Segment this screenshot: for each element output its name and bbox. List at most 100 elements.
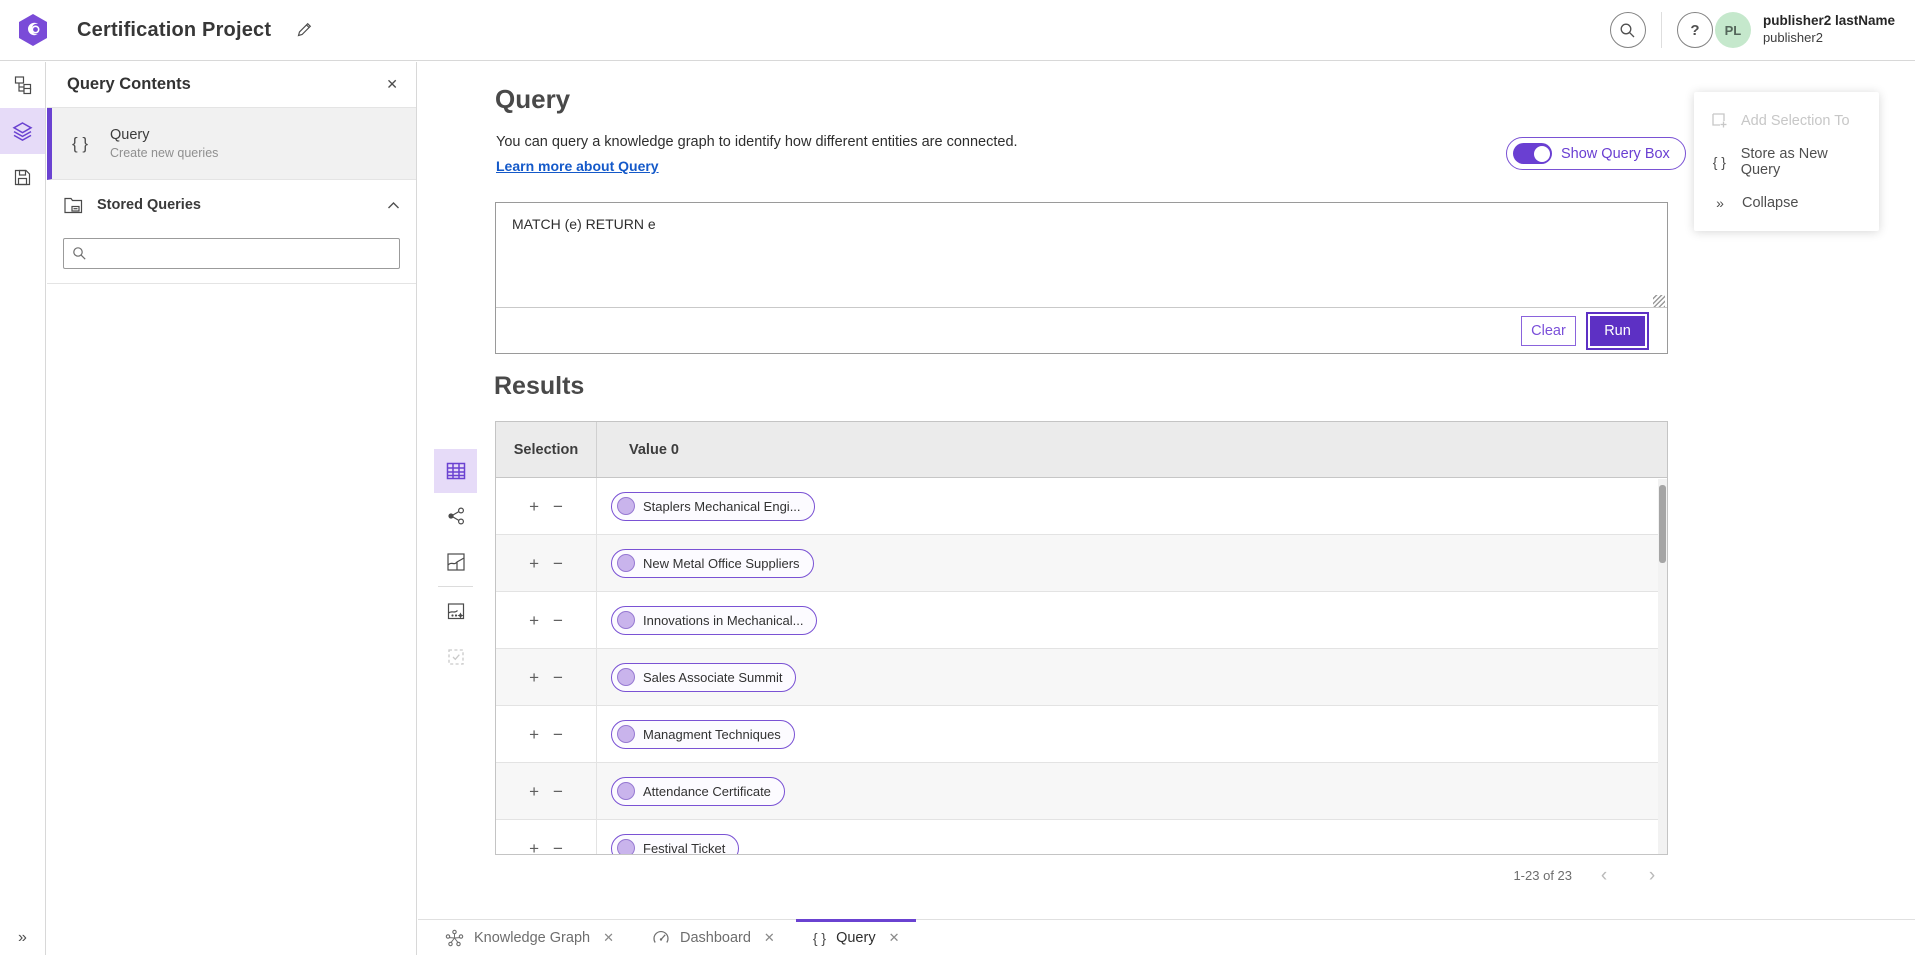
stored-queries-label: Stored Queries	[97, 197, 374, 213]
add-to-selection-button[interactable]: +	[529, 840, 539, 856]
main-content: Query You can query a knowledge graph to…	[418, 62, 1915, 955]
next-page-button[interactable]: ›	[1636, 866, 1668, 885]
entity-pill[interactable]: Festival Ticket	[611, 834, 739, 856]
close-tab-button[interactable]: ✕	[889, 930, 900, 946]
query-description: You can query a knowledge graph to ident…	[496, 134, 1018, 150]
expand-rail-button[interactable]: »	[0, 929, 45, 947]
search-icon	[1619, 22, 1636, 39]
entity-pill[interactable]: Sales Associate Summit	[611, 663, 796, 692]
previous-page-button[interactable]: ‹	[1588, 866, 1620, 885]
entity-label: Innovations in Mechanical...	[643, 613, 803, 628]
entity-icon	[617, 782, 635, 800]
table-row: + − Sales Associate Summit	[496, 649, 1667, 706]
close-tab-button[interactable]: ✕	[764, 930, 775, 946]
tab-knowledge-graph[interactable]: Knowledge Graph ✕	[428, 920, 631, 955]
show-query-box-toggle[interactable]: Show Query Box	[1506, 137, 1686, 170]
query-item-title: Query	[110, 127, 218, 143]
show-query-box-label: Show Query Box	[1561, 146, 1670, 162]
map-view-button[interactable]	[434, 539, 477, 585]
resize-handle[interactable]	[1653, 295, 1665, 307]
new-map-view-button[interactable]	[434, 588, 477, 634]
entity-pill[interactable]: Attendance Certificate	[611, 777, 785, 806]
toggle-knob	[1534, 146, 1550, 162]
user-menu[interactable]: publisher2 lastName publisher2	[1763, 13, 1895, 46]
close-panel-button[interactable]: ✕	[386, 76, 398, 93]
remove-from-selection-button[interactable]: −	[553, 669, 563, 686]
table-row: + − New Metal Office Suppliers	[496, 535, 1667, 592]
panel-item-query[interactable]: { } Query Create new queries	[47, 108, 416, 180]
pencil-icon	[295, 21, 313, 39]
add-to-selection-button[interactable]: +	[529, 498, 539, 515]
left-rail: »	[0, 62, 46, 955]
menu-item-collapse[interactable]: » Collapse	[1694, 182, 1879, 223]
stored-queries-header[interactable]: Stored Queries	[47, 180, 416, 230]
tab-dashboard[interactable]: Dashboard ✕	[635, 920, 792, 955]
help-button[interactable]: ?	[1677, 12, 1713, 48]
search-button[interactable]	[1610, 12, 1646, 48]
results-title: Results	[494, 372, 584, 401]
entity-label: Staplers Mechanical Engi...	[643, 499, 801, 514]
braces-icon: { }	[64, 134, 96, 154]
table-view-button[interactable]	[434, 449, 477, 493]
knowledge-graph-icon	[445, 929, 464, 947]
table-scrollbar[interactable]	[1658, 479, 1667, 854]
app-window: Certification Project ? PL publisher2 la…	[0, 0, 1915, 955]
add-to-selection-button[interactable]: +	[529, 726, 539, 743]
link-chart-view-button[interactable]	[434, 493, 477, 539]
table-row: + − Managment Techniques	[496, 706, 1667, 763]
remove-from-selection-button[interactable]: −	[553, 612, 563, 629]
rail-item-contents[interactable]	[0, 108, 45, 154]
pagination-range: 1-23 of 23	[1513, 868, 1572, 883]
add-to-selection-button[interactable]: +	[529, 555, 539, 572]
remove-from-selection-button[interactable]: −	[553, 840, 563, 856]
braces-icon: { }	[1711, 154, 1728, 170]
entity-pill[interactable]: Innovations in Mechanical...	[611, 606, 817, 635]
table-header-row: Selection Value 0	[496, 422, 1667, 478]
clear-button[interactable]: Clear	[1521, 316, 1576, 346]
tab-query[interactable]: { } Query ✕	[796, 920, 917, 955]
app-logo-icon[interactable]	[17, 13, 49, 47]
selection-cell: + −	[496, 592, 597, 648]
add-to-selection-button[interactable]: +	[529, 783, 539, 800]
topbar-divider	[1661, 12, 1662, 48]
search-input[interactable]	[63, 238, 400, 269]
value-cell: Managment Techniques	[597, 706, 1667, 762]
learn-more-link[interactable]: Learn more about Query	[496, 158, 659, 174]
layers-icon	[11, 120, 34, 143]
remove-from-selection-button[interactable]: −	[553, 726, 563, 743]
remove-from-selection-button[interactable]: −	[553, 498, 563, 515]
page-title: Query	[495, 84, 570, 115]
entity-pill[interactable]: Managment Techniques	[611, 720, 795, 749]
remove-from-selection-button[interactable]: −	[553, 783, 563, 800]
close-tab-button[interactable]: ✕	[603, 930, 614, 946]
user-full-name: publisher2 lastName	[1763, 13, 1895, 30]
table-row: + − Attendance Certificate	[496, 763, 1667, 820]
toggle-switch-on[interactable]	[1513, 143, 1552, 164]
column-header-value0: Value 0	[597, 422, 1667, 477]
run-button[interactable]: Run	[1590, 316, 1645, 346]
results-table: Selection Value 0 + − Staplers Mechanica…	[495, 421, 1668, 855]
value-cell: New Metal Office Suppliers	[597, 535, 1667, 591]
double-chevron-right-icon: »	[18, 929, 27, 946]
results-view-switcher	[434, 449, 477, 680]
add-to-selection-button[interactable]: +	[529, 612, 539, 629]
close-icon: ✕	[386, 76, 398, 92]
new-map-icon	[446, 601, 466, 621]
value-cell: Attendance Certificate	[597, 763, 1667, 819]
menu-item-store-as-new-query[interactable]: { } Store as New Query	[1694, 141, 1879, 182]
table-icon	[446, 462, 466, 480]
entity-pill[interactable]: New Metal Office Suppliers	[611, 549, 814, 578]
menu-item-add-selection-to: Add Selection To	[1694, 100, 1879, 141]
query-editor-card: MATCH (e) RETURN e Clear Run	[495, 202, 1668, 354]
entity-pill[interactable]: Staplers Mechanical Engi...	[611, 492, 815, 521]
double-chevron-right-icon: »	[1711, 195, 1729, 211]
remove-from-selection-button[interactable]: −	[553, 555, 563, 572]
add-to-selection-button[interactable]: +	[529, 669, 539, 686]
rail-item-save[interactable]	[0, 154, 45, 200]
edit-title-button[interactable]	[295, 21, 313, 39]
rail-item-data-model[interactable]	[0, 62, 45, 108]
scrollbar-thumb[interactable]	[1659, 485, 1666, 563]
table-row: + − Festival Ticket	[496, 820, 1667, 855]
avatar[interactable]: PL	[1715, 12, 1751, 48]
query-textarea[interactable]: MATCH (e) RETURN e	[496, 203, 1667, 308]
